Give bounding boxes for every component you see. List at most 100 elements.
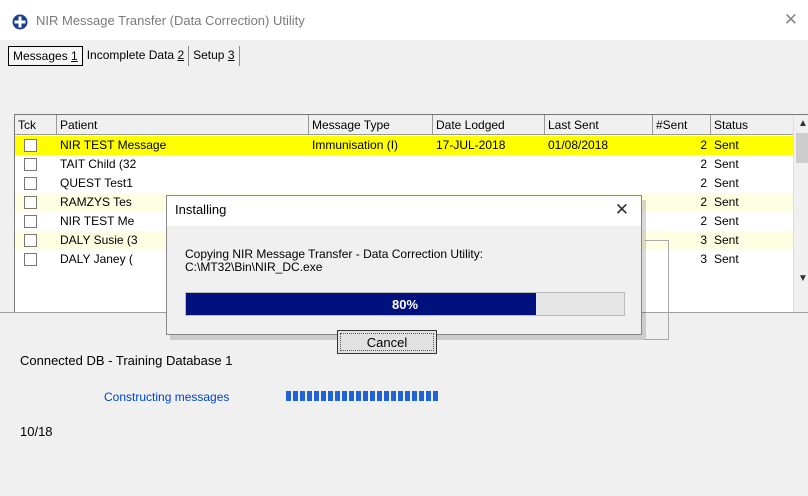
installing-dialog: Installing ✕ Copying NIR Message Transfe… <box>166 195 642 354</box>
progress-segment <box>335 391 340 401</box>
progress-segment <box>363 391 368 401</box>
dialog-message-line2: C:\MT32\Bin\NIR_DC.exe <box>185 260 323 274</box>
progress-segment <box>300 391 305 401</box>
col-header-patient[interactable]: Patient <box>57 115 309 135</box>
cell-status: Sent <box>714 157 739 171</box>
progress-segment <box>426 391 431 401</box>
window-title: NIR Message Transfer (Data Correction) U… <box>36 13 305 28</box>
table-row[interactable]: TAIT Child (32 2 Sent <box>15 155 795 174</box>
cell-last-sent <box>545 155 653 174</box>
tab-messages[interactable]: Messages 1 <box>8 46 83 66</box>
cell-sent-count: 2 <box>700 138 707 152</box>
constructing-messages-label: Constructing messages <box>104 390 230 404</box>
col-header-date-lodged[interactable]: Date Lodged <box>433 115 545 135</box>
progress-segment <box>370 391 375 401</box>
row-checkbox-cell <box>15 155 57 174</box>
table-row[interactable]: QUEST Test1 2 Sent <box>15 174 795 193</box>
scrollbar-thumb[interactable] <box>796 133 808 163</box>
install-progress-bar: 80% <box>185 292 625 316</box>
progress-segment <box>391 391 396 401</box>
window-titlebar: NIR Message Transfer (Data Correction) U… <box>0 0 808 40</box>
cell-sent-count: 2 <box>700 176 707 190</box>
nir-logo-icon <box>12 14 28 30</box>
cell-patient: TAIT Child (32 <box>60 157 137 171</box>
row-checkbox-cell <box>15 136 57 155</box>
checkbox-icon[interactable] <box>24 177 37 190</box>
cell-message-type <box>309 174 433 193</box>
checkbox-icon[interactable] <box>24 196 37 209</box>
progress-segment <box>307 391 312 401</box>
progress-segment <box>384 391 389 401</box>
tab-strip: Messages 1 Incomplete Data 2 Setup 3 <box>8 46 240 66</box>
cell-patient: NIR TEST Message <box>60 138 167 152</box>
tab-incomplete-data[interactable]: Incomplete Data 2 <box>83 46 190 66</box>
row-checkbox-cell <box>15 231 57 250</box>
progress-segment <box>342 391 347 401</box>
checkbox-icon[interactable] <box>24 215 37 228</box>
col-header-message-type[interactable]: Message Type <box>309 115 433 135</box>
cell-status: Sent <box>714 176 739 190</box>
message-counter: 10/18 <box>20 424 53 439</box>
tab-setup[interactable]: Setup 3 <box>189 46 240 66</box>
cell-sent-count: 2 <box>700 195 707 209</box>
cell-date-lodged: 17-JUL-2018 <box>436 138 506 152</box>
tab-setup-accel: 3 <box>227 48 235 62</box>
chevron-down-icon[interactable]: ▼ <box>798 273 808 284</box>
tab-incomplete-data-label: Incomplete Data <box>86 48 178 62</box>
cell-sent-count: 2 <box>700 214 707 228</box>
col-header-sent-count[interactable]: #Sent <box>653 115 711 135</box>
progress-segment <box>356 391 361 401</box>
col-header-last-sent[interactable]: Last Sent <box>545 115 653 135</box>
install-progress-text: 80% <box>391 297 419 312</box>
window-close-button[interactable]: ✕ <box>784 10 798 30</box>
cell-last-sent: 01/08/2018 <box>548 138 609 152</box>
progress-segment <box>405 391 410 401</box>
row-checkbox-cell <box>15 212 57 231</box>
cell-date-lodged <box>433 155 545 174</box>
cell-status: Sent <box>714 138 739 152</box>
progress-segment <box>377 391 382 401</box>
row-checkbox-cell <box>15 174 57 193</box>
cell-last-sent <box>545 174 653 193</box>
cell-date-lodged <box>433 174 545 193</box>
checkbox-icon[interactable] <box>24 253 37 266</box>
row-checkbox-cell <box>15 250 57 269</box>
tab-setup-label: Setup <box>193 48 228 62</box>
tab-messages-accel: 1 <box>71 49 78 63</box>
cancel-button[interactable]: Cancel <box>337 330 437 354</box>
cell-status: Sent <box>714 233 739 247</box>
cell-status: Sent <box>714 214 739 228</box>
col-header-tck[interactable]: Tck <box>15 115 57 135</box>
cell-status: Sent <box>714 195 739 209</box>
table-row[interactable]: NIR TEST Message Immunisation (I) 17-JUL… <box>15 136 795 155</box>
constructing-progress-bar <box>286 391 438 401</box>
progress-segment <box>314 391 319 401</box>
progress-segment <box>328 391 333 401</box>
progress-segment <box>321 391 326 401</box>
progress-segment <box>419 391 424 401</box>
progress-segment <box>433 391 438 401</box>
cell-patient: QUEST Test1 <box>60 176 133 190</box>
progress-segment <box>412 391 417 401</box>
checkbox-icon[interactable] <box>24 234 37 247</box>
row-checkbox-cell <box>15 193 57 212</box>
tab-messages-label: Messages <box>13 49 72 63</box>
dialog-close-button[interactable]: ✕ <box>615 200 629 220</box>
cell-message-type <box>309 155 433 174</box>
dialog-title: Installing <box>175 202 227 217</box>
cell-sent-count: 2 <box>700 157 707 171</box>
checkbox-icon[interactable] <box>24 158 37 171</box>
col-header-status[interactable]: Status <box>711 115 795 135</box>
progress-segment <box>349 391 354 401</box>
dialog-titlebar: Installing ✕ <box>167 196 641 226</box>
chevron-up-icon[interactable]: ▲ <box>798 118 808 129</box>
main-client-area: Messages 1 Incomplete Data 2 Setup 3 Tck… <box>0 40 808 496</box>
progress-segment <box>293 391 298 401</box>
progress-segment <box>286 391 291 401</box>
connected-db-label: Connected DB - Training Database 1 <box>20 353 233 368</box>
progress-segment <box>398 391 403 401</box>
checkbox-icon[interactable] <box>24 139 37 152</box>
cell-status: Sent <box>714 252 739 266</box>
background-window-frame <box>645 240 669 340</box>
grid-header: Tck Patient Message Type Date Lodged Las… <box>15 115 795 135</box>
